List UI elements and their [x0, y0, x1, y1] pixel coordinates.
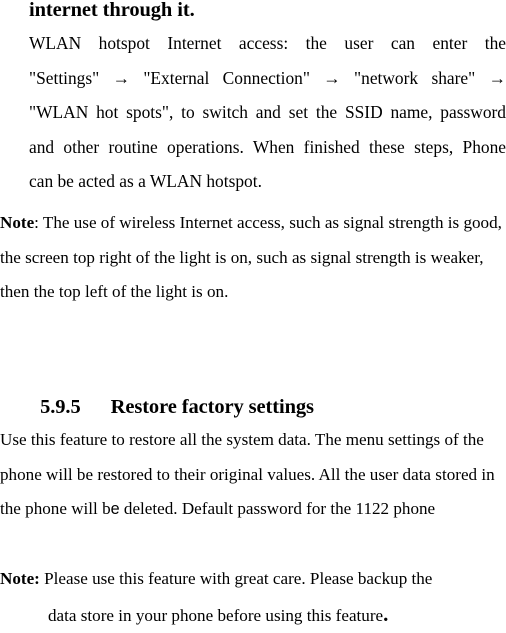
final-note-text-1: Please use this feature with great care.… [39, 569, 433, 588]
final-note-period: . [383, 601, 389, 626]
body-text-part-2: deleted. Default password for the 1122 p… [119, 499, 436, 519]
paragraph-line: "Settings" → "External Connection" → "ne… [29, 67, 506, 88]
final-note-block: Note: Please use this feature with great… [0, 562, 506, 633]
note-separator: : [34, 213, 43, 232]
final-note-line-2: data store in your phone before using th… [0, 597, 506, 633]
note-text: The use of wireless Internet access, suc… [0, 213, 502, 302]
paragraph-line: WLAN hotspot Internet access: the user c… [29, 33, 506, 53]
note-paragraph: Note: The use of wireless Internet acces… [0, 206, 506, 310]
restore-body-paragraph: Use this feature to restore all the syst… [0, 423, 506, 527]
paragraph-line: and other routine operations. When finis… [29, 136, 506, 157]
note-label: Note [0, 213, 35, 232]
document-page: internet through it. WLAN hotspot Intern… [0, 0, 506, 626]
hotspot-instruction-paragraph: WLAN hotspot Internet access: the user c… [29, 26, 506, 199]
section-title: Restore factory settings [110, 396, 314, 418]
final-note-text-2: data store in your phone before using th… [48, 605, 384, 625]
final-note-label: Note: [0, 569, 40, 588]
mixed-font-glyph: e [110, 500, 120, 519]
paragraph-line: "WLAN hot spots", to switch and set the … [29, 102, 506, 123]
final-note-line-1: Note: Please use this feature with great… [0, 562, 506, 597]
paragraph-line: can be acted as a WLAN hotspot. [29, 171, 262, 192]
fragment-heading: internet through it. [29, 0, 195, 21]
section-number: 5.9.5 [40, 396, 81, 418]
